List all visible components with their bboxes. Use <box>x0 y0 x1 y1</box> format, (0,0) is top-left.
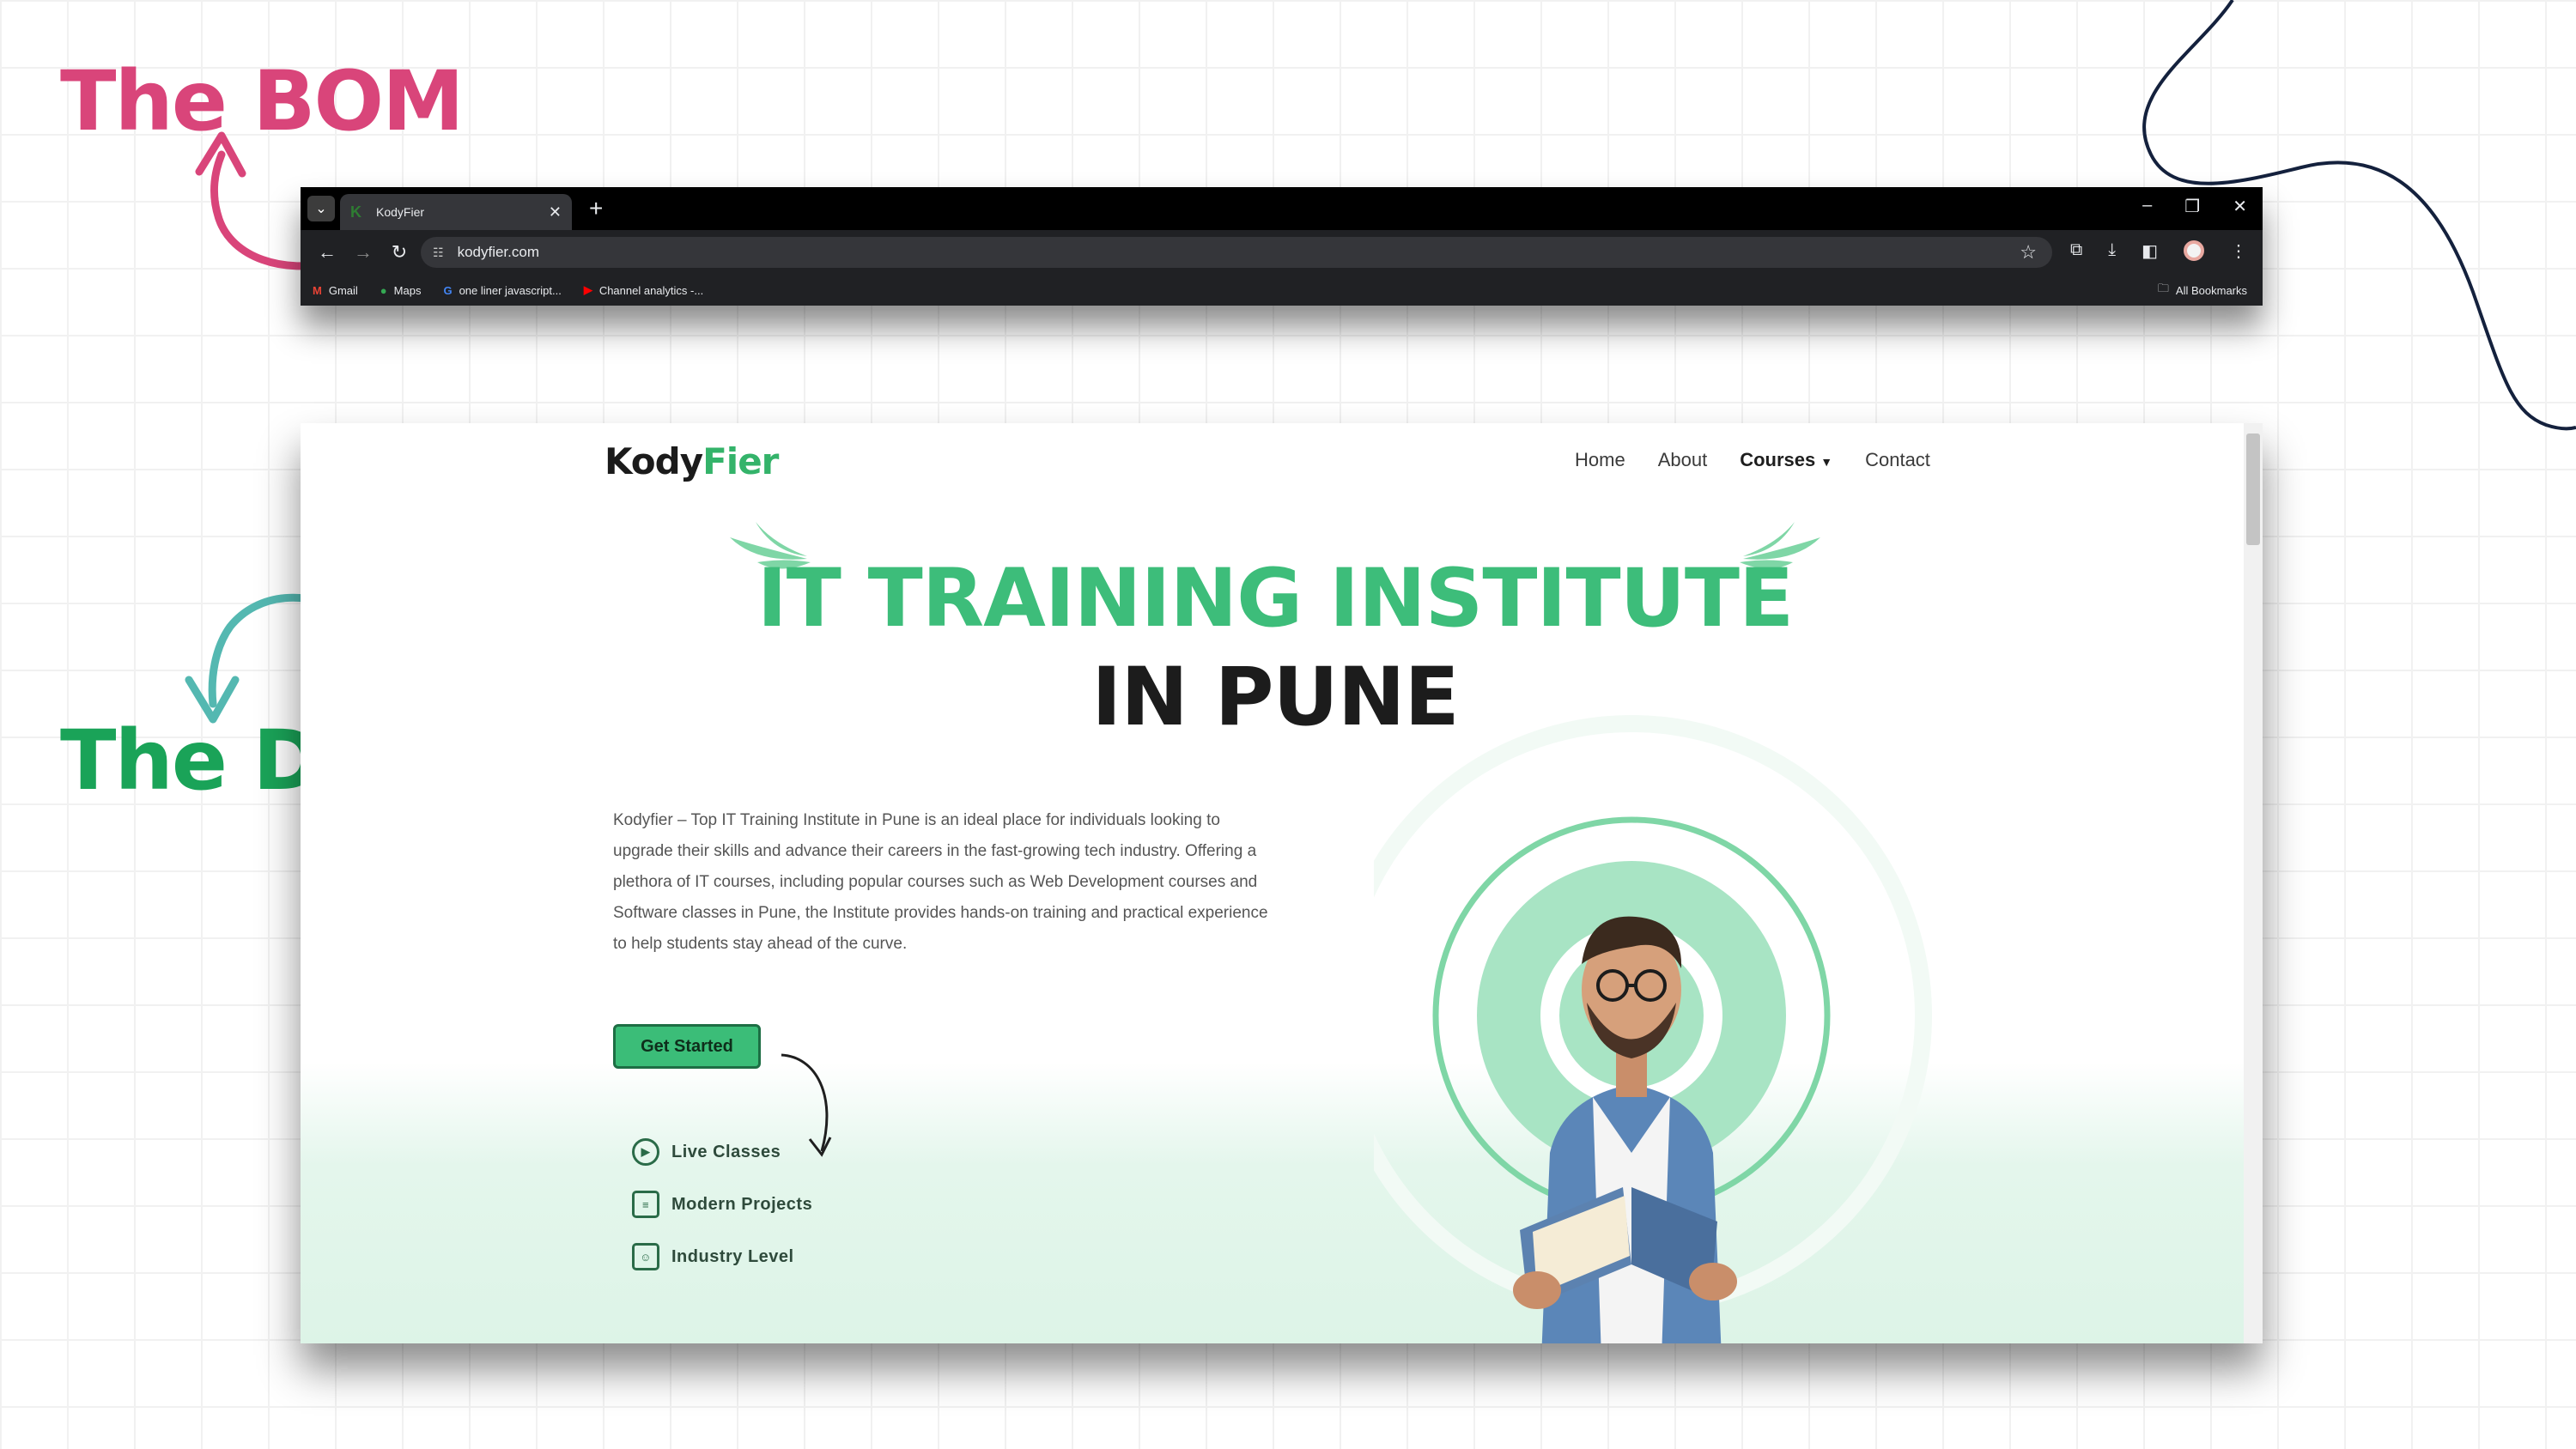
close-window-icon[interactable]: ✕ <box>2233 196 2247 217</box>
url-text: kodyfier.com <box>457 244 539 260</box>
bookmarks-bar: M Gmail ● Maps G one liner javascript...… <box>301 275 2263 306</box>
folder-icon: 🗀 <box>2157 282 2169 294</box>
back-arrow-icon[interactable]: ← <box>309 241 345 264</box>
browser-toolbar: ← → ↻ ☷ kodyfier.com ☆ ⧉ ⤓ ◧ ⋮ <box>301 230 2263 275</box>
feature-label: Industry Level <box>671 1246 794 1266</box>
feature-label: Modern Projects <box>671 1194 813 1214</box>
profile-avatar-icon[interactable] <box>2184 240 2204 261</box>
bookmark-star-icon[interactable]: ☆ <box>2020 241 2037 264</box>
scrollbar-thumb[interactable] <box>2246 433 2260 545</box>
maps-pin-icon: ● <box>380 283 387 297</box>
chevron-down-icon: ⌄ <box>315 202 327 216</box>
user-badge-icon: ☺ <box>632 1243 659 1270</box>
feature-modern-projects: ≡ Modern Projects <box>632 1191 812 1218</box>
play-circle-icon: ▶ <box>632 1138 659 1166</box>
page-viewport: KodyFier Home About Courses ▼ Contact IT … <box>301 423 2263 1343</box>
tab-close-icon[interactable]: ✕ <box>549 203 562 221</box>
side-panel-icon[interactable]: ◧ <box>2142 240 2158 262</box>
kodyfier-favicon-icon: K <box>350 203 361 221</box>
hero-description: Kodyfier – Top IT Training Institute in … <box>613 811 1268 953</box>
minimize-icon[interactable]: – <box>2142 196 2152 217</box>
reload-icon[interactable]: ↻ <box>381 241 417 264</box>
extensions-icon[interactable]: ⧉ <box>2070 240 2082 262</box>
site-info-icon[interactable]: ☷ <box>433 246 444 260</box>
browser-tab[interactable]: K KodyFier ✕ <box>340 194 572 230</box>
bookmark-label: Channel analytics -... <box>598 283 704 297</box>
bookmark-label: one liner javascript... <box>459 283 562 297</box>
hero-illustration <box>1374 715 1932 1343</box>
all-bookmarks-label: All Bookmarks <box>2175 283 2247 297</box>
toolbar-icons: ⧉ ⤓ ◧ ⋮ <box>2070 240 2247 262</box>
address-bar[interactable]: ☷ kodyfier.com ☆ <box>421 237 2052 268</box>
feature-industry-level: ☺ Industry Level <box>632 1243 794 1270</box>
tab-title: KodyFier <box>376 205 425 219</box>
tab-search-button[interactable]: ⌄ <box>307 196 335 221</box>
youtube-icon: ▶ <box>583 283 592 296</box>
bookmark-maps[interactable]: ● Maps <box>380 284 422 297</box>
new-tab-button[interactable]: + <box>589 194 603 223</box>
hand-drawn-arrow <box>781 1053 832 1157</box>
window-controls: – ❐ ✕ <box>2142 196 2247 217</box>
bookmark-label: Gmail <box>328 283 358 297</box>
feature-live-classes: ▶ Live Classes <box>632 1138 781 1166</box>
vertical-scrollbar[interactable] <box>2244 423 2263 1343</box>
bookmark-label: Maps <box>393 283 422 297</box>
restore-icon[interactable]: ❐ <box>2184 196 2200 217</box>
bookmark-one-liner[interactable]: G one liner javascript... <box>443 284 561 297</box>
bookmark-channel-analytics[interactable]: ▶ Channel analytics -... <box>584 283 703 297</box>
clipboard-icon: ≡ <box>632 1191 659 1218</box>
download-icon[interactable]: ⤓ <box>2108 240 2116 262</box>
more-menu-icon[interactable]: ⋮ <box>2230 240 2247 262</box>
google-icon: G <box>443 283 453 297</box>
browser-window-chrome: ⌄ K KodyFier ✕ + – ❐ ✕ ← → ↻ ☷ kodyfier.… <box>301 187 2263 306</box>
feature-label: Live Classes <box>671 1142 781 1161</box>
hero-headline-primary: IT TRAINING INSTITUTE <box>756 552 1794 646</box>
all-bookmarks[interactable]: 🗀 All Bookmarks <box>2158 281 2247 300</box>
get-started-button[interactable]: Get Started <box>613 1024 761 1069</box>
bookmark-gmail[interactable]: M Gmail <box>313 284 358 297</box>
forward-arrow-icon[interactable]: → <box>345 241 381 264</box>
gmail-icon: M <box>313 283 322 297</box>
tab-strip: ⌄ K KodyFier ✕ + – ❐ ✕ <box>301 187 2263 230</box>
bom-title: The BOM <box>60 53 465 149</box>
